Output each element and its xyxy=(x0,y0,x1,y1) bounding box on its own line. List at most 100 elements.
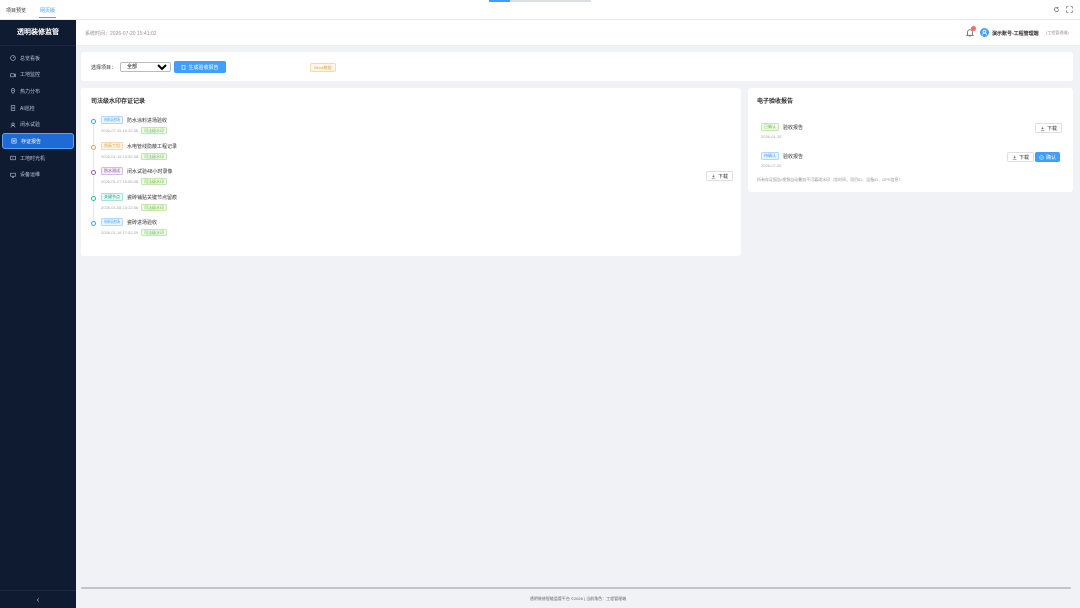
report-status-tag: 已确认 xyxy=(761,123,779,131)
loading-progress-bar xyxy=(489,0,510,2)
report-date: 2026-07-20 xyxy=(761,163,782,168)
report-row: 已确认 验收报告 2026-01-15 下载 xyxy=(757,123,1065,145)
record-tag: 防水测试 xyxy=(101,167,123,175)
timeline-item[interactable]: 材料进场 瓷砖进场验收 2026-01-18 17:52:29 司法级水印 xyxy=(91,218,391,242)
sidebar-item-label: 闭水试验 xyxy=(20,122,41,129)
sidebar-item-label: 设备运维 xyxy=(20,172,41,179)
chevron-left-icon xyxy=(36,597,40,602)
record-name: 闭水试验48小时录像 xyxy=(127,169,173,175)
record-name: 瓷砖进场验收 xyxy=(127,220,158,226)
sidebar-item-heatmap[interactable]: 热力分布 xyxy=(2,83,74,99)
confirm-label: 确认 xyxy=(1046,154,1057,161)
watermark-badge: 司法级水印 xyxy=(141,127,167,134)
ai-icon xyxy=(10,105,16,111)
record-time: 2026-07-15 10:22:36 xyxy=(101,128,139,133)
timeline-dot xyxy=(91,170,96,175)
sidebar-item-evidence-report[interactable]: 存证报告 xyxy=(2,133,74,150)
watermark-badge: 司法级水印 xyxy=(141,153,167,160)
report-download-button[interactable]: 下载 xyxy=(1007,152,1035,162)
dashboard-icon xyxy=(10,55,16,61)
download-icon xyxy=(1012,155,1017,160)
record-time: 2026-01-18 17:52:29 xyxy=(101,230,139,235)
user-name[interactable]: 演示账号-工程管理端 xyxy=(992,30,1039,37)
sidebar-item-label: 存证报告 xyxy=(21,138,42,145)
watermark-badge: 司法级水印 xyxy=(141,178,167,185)
device-icon xyxy=(10,172,16,178)
record-time: 2026-01-15 13:52:08 xyxy=(101,154,139,159)
download-button[interactable]: 下载 xyxy=(706,171,734,181)
fullscreen-icon[interactable] xyxy=(1066,6,1073,13)
mock-data-tag: Mock数据 xyxy=(310,63,336,72)
check-circle-icon xyxy=(1039,154,1044,160)
watermark-badge: 司法级水印 xyxy=(141,229,167,236)
sidebar: 透明装修监管 总览看板 工地监控 热力分布 AI巡检 闭水试验 存证报告 工地时… xyxy=(0,20,76,608)
sidebar-menu: 总览看板 工地监控 热力分布 AI巡检 闭水试验 存证报告 工地时光机 设备运维 xyxy=(0,50,76,183)
report-download-button[interactable]: 下载 xyxy=(1035,123,1063,133)
timeline-dot xyxy=(91,145,96,150)
page-footer: 透明装修智能监管平台 ©2026 | 当前角色：工程管理端 xyxy=(529,596,627,601)
confirm-button[interactable]: 确认 xyxy=(1035,152,1061,162)
record-name: 瓷砖铺贴关键节点留痕 xyxy=(127,195,178,201)
record-tag: 材料进场 xyxy=(101,218,123,226)
document-icon xyxy=(182,64,186,70)
sidebar-item-label: 工地监控 xyxy=(20,72,41,79)
sidebar-item-device-ops[interactable]: 设备运维 xyxy=(2,167,74,183)
system-time: 系统时间：2026-07-20 15:41:02 xyxy=(85,31,157,37)
download-icon xyxy=(1040,126,1045,131)
timeline-item[interactable]: 材料进场 防水涂料进场验收 2026-07-15 10:22:36 司法级水印 xyxy=(91,116,391,140)
sidebar-item-label: AI巡检 xyxy=(20,105,35,112)
generate-report-button[interactable]: 生成验收报告 xyxy=(174,61,226,73)
record-name: 防水涂料进场验收 xyxy=(127,118,168,124)
sidebar-item-water-test[interactable]: 闭水试验 xyxy=(2,117,74,133)
record-time: 2026-01-08 13:22:36 xyxy=(101,205,139,210)
sidebar-item-site-monitor[interactable]: 工地监控 xyxy=(2,67,74,83)
acceptance-reports-card: 电子验收报告 已确认 验收报告 2026-01-15 下载 待确认 验收报告 2… xyxy=(748,88,1073,192)
download-label: 下载 xyxy=(1047,125,1058,132)
refresh-icon[interactable] xyxy=(1053,6,1060,13)
report-status-tag: 待确认 xyxy=(761,152,779,160)
user-role: (工程管理端) xyxy=(1046,30,1069,35)
tab-web-version[interactable]: 网页版 xyxy=(38,7,57,18)
sidebar-item-time-machine[interactable]: 工地时光机 xyxy=(2,150,74,166)
sidebar-collapse-button[interactable] xyxy=(0,590,76,608)
location-icon xyxy=(10,88,16,95)
water-icon xyxy=(10,122,16,128)
app-logo: 透明装修监管 xyxy=(0,20,76,46)
page-header: 系统时间：2026-07-20 15:41:02 演示账号-工程管理端 (工程管… xyxy=(76,20,1080,46)
tab-project-preview[interactable]: 项目预览 xyxy=(6,7,26,14)
download-label: 下载 xyxy=(1019,154,1030,161)
horizontal-scrollbar[interactable] xyxy=(81,587,1071,589)
camera-icon xyxy=(10,73,16,77)
project-select[interactable]: 全部 xyxy=(120,62,171,72)
timeline-item[interactable]: 隐蔽工程 水电管线隐蔽工程记录 2026-01-15 13:52:08 司法级水… xyxy=(91,142,391,166)
watermark-note: 所有存证报告/视频自动叠加不可篡改水印（含时间、项目ID、设备ID、GPS信息） xyxy=(757,177,903,182)
record-tag: 材料进场 xyxy=(101,116,123,124)
sidebar-item-ai-inspection[interactable]: AI巡检 xyxy=(2,100,74,116)
filter-bar: 选择项目： 全部 生成验收报告 Mock数据 xyxy=(81,52,1073,81)
user-icon xyxy=(981,29,988,36)
timeline-icon xyxy=(10,156,16,161)
record-tag: 隐蔽工程 xyxy=(101,142,123,150)
loading-progress-track xyxy=(510,0,591,2)
report-name: 验收报告 xyxy=(783,154,804,160)
notification-badge xyxy=(971,26,976,31)
watermark-badge: 司法级水印 xyxy=(141,204,167,211)
sidebar-item-label: 总览看板 xyxy=(20,55,41,62)
timeline-item[interactable]: 防水测试 闭水试验48小时录像 2026-01-27 15:55:38 司法级水… xyxy=(91,167,391,191)
report-row: 待确认 验收报告 2026-07-20 下载 确认 xyxy=(757,152,1065,174)
download-icon xyxy=(711,174,716,179)
timeline-dot xyxy=(91,196,96,201)
sidebar-item-label: 热力分布 xyxy=(20,88,41,95)
record-tag: 关键节点 xyxy=(101,193,123,201)
download-label: 下载 xyxy=(718,173,729,180)
sidebar-item-label: 工地时光机 xyxy=(20,155,46,162)
avatar[interactable] xyxy=(980,28,989,37)
report-name: 验收报告 xyxy=(783,125,804,131)
record-name: 水电管线隐蔽工程记录 xyxy=(127,144,178,150)
evidence-records-card: 司法级水印存证记录 材料进场 防水涂料进场验收 2026-07-15 10:22… xyxy=(81,88,741,256)
generate-report-label: 生成验收报告 xyxy=(188,64,219,71)
timeline-item[interactable]: 关键节点 瓷砖铺贴关键节点留痕 2026-01-08 13:22:36 司法级水… xyxy=(91,193,391,217)
timeline-dot xyxy=(91,221,96,226)
sidebar-item-dashboard[interactable]: 总览看板 xyxy=(2,50,74,66)
project-select-label: 选择项目： xyxy=(91,65,117,71)
